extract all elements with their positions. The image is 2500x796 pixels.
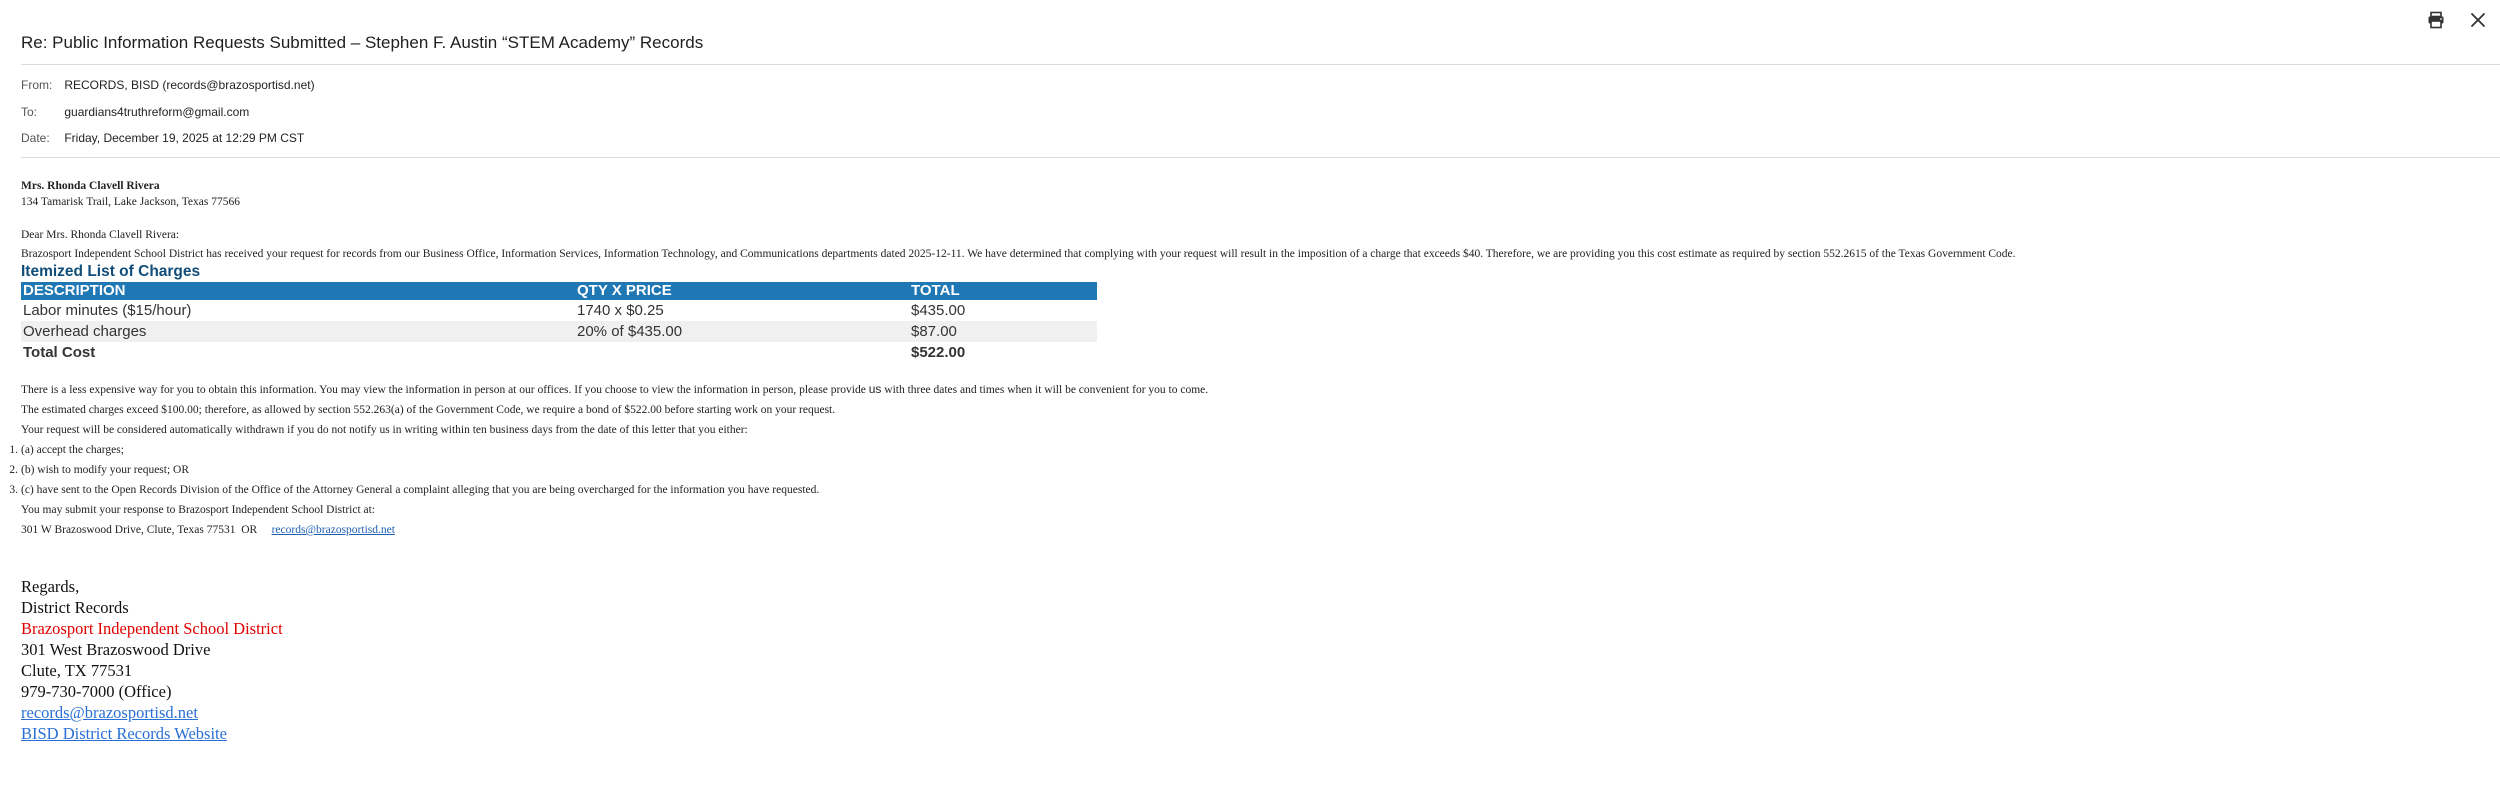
email-view: Re: Public Information Requests Submitte…: [0, 0, 2500, 796]
signature-city: Clute, TX 77531: [21, 661, 133, 680]
signature-block: Regards, District Records Brazosport Ind…: [21, 576, 2461, 744]
from-label: From:: [21, 78, 53, 92]
total-row: Total Cost $522.00: [21, 342, 1097, 363]
from-value[interactable]: RECORDS, BISD (records@brazosportisd.net…: [64, 78, 314, 92]
row-description: Overhead charges: [21, 321, 575, 342]
date-label: Date:: [21, 131, 50, 145]
recipient-name: Mrs. Rhonda Clavell Rivera: [21, 180, 160, 192]
paragraph-withdrawn: Your request will be considered automati…: [21, 424, 748, 436]
printer-icon[interactable]: [2424, 8, 2448, 32]
list-number: 2.: [9, 464, 18, 476]
table-row: Labor minutes ($15/hour) 1740 x $0.25 $4…: [21, 300, 1097, 321]
list-number: 1.: [9, 444, 18, 456]
total-label: Total Cost: [23, 344, 96, 361]
signature-email-link[interactable]: records@brazosportisd.net: [21, 703, 198, 722]
total-empty: [575, 342, 909, 363]
close-icon[interactable]: [2466, 8, 2490, 32]
signature-street: 301 West Brazoswood Drive: [21, 640, 211, 659]
to-value[interactable]: guardians4truthreform@gmail.com: [64, 105, 249, 119]
para-text: with three dates and times when it will …: [881, 384, 1209, 396]
row-qty-price: 1740 x $0.25: [577, 302, 664, 319]
list-text: (b) wish to modify your request; OR: [21, 464, 190, 476]
from-row: From: RECORDS, BISD (records@brazosporti…: [21, 78, 315, 92]
list-item: 3. (c) have sent to the Open Records Div…: [9, 480, 2461, 500]
recipient-address: 134 Tamarisk Trail, Lake Jackson, Texas …: [21, 196, 240, 208]
records-website-link[interactable]: BISD District Records Website: [21, 724, 227, 743]
list-item: 2. (b) wish to modify your request; OR: [9, 460, 2461, 480]
row-total: $87.00: [909, 321, 1097, 342]
header-actions: [2424, 8, 2490, 32]
signature-phone: 979-730-7000 (Office): [21, 682, 172, 701]
col-total: TOTAL: [909, 282, 1097, 300]
paragraph-bond: The estimated charges exceed $100.00; th…: [21, 404, 836, 416]
paragraph-view-in-person: There is a less expensive way for you to…: [21, 379, 2461, 400]
row-description: Labor minutes ($15/hour): [23, 302, 192, 319]
row-qty-price: 20% of $435.00: [575, 321, 909, 342]
signature-dept: District Records: [21, 598, 129, 617]
submit-line: 301 W Brazoswood Drive, Clute, Texas 775…: [21, 520, 2461, 540]
list-text: (a) accept the charges;: [21, 444, 124, 456]
charges-table: DESCRIPTION QTY X PRICE TOTAL Labor minu…: [21, 282, 1097, 363]
signature-org: Brazosport Independent School District: [21, 619, 283, 638]
date-value: Friday, December 19, 2025 at 12:29 PM CS…: [64, 131, 305, 145]
options-list: 1. (a) accept the charges; 2. (b) wish t…: [9, 440, 2461, 500]
submit-email-link[interactable]: records@brazosportisd.net: [272, 524, 395, 536]
signature-regards: Regards,: [21, 577, 80, 596]
intro-paragraph: Brazosport Independent School District h…: [21, 248, 2016, 260]
date-row: Date: Friday, December 19, 2025 at 12:29…: [21, 131, 304, 145]
para-us: us: [868, 382, 882, 396]
greeting: Dear Mrs. Rhonda Clavell Rivera:: [21, 229, 180, 241]
para-text: There is a less expensive way for you to…: [21, 384, 869, 396]
submit-address: 301 W Brazoswood Drive, Clute, Texas 775…: [21, 524, 236, 536]
email-body: Mrs. Rhonda Clavell Rivera 134 Tamarisk …: [9, 178, 2461, 744]
submit-or: OR: [241, 524, 258, 536]
to-row: To: guardians4truthreform@gmail.com: [21, 105, 249, 119]
header-divider: [21, 64, 2500, 65]
submit-intro: You may submit your response to Brazospo…: [21, 504, 376, 516]
email-subject: Re: Public Information Requests Submitte…: [21, 33, 704, 52]
list-text: (c) have sent to the Open Records Divisi…: [21, 484, 820, 496]
row-total: $435.00: [911, 302, 966, 319]
meta-divider: [21, 157, 2500, 158]
col-description: DESCRIPTION: [21, 282, 575, 300]
list-item: 1. (a) accept the charges;: [9, 440, 2461, 460]
col-qty-price: QTY X PRICE: [575, 282, 909, 300]
table-row: Overhead charges 20% of $435.00 $87.00: [21, 321, 1097, 342]
to-label: To:: [21, 105, 38, 119]
itemized-title: Itemized List of Charges: [21, 263, 201, 280]
charges-header-row: DESCRIPTION QTY X PRICE TOTAL: [21, 282, 1097, 300]
list-number: 3.: [9, 484, 18, 496]
total-value: $522.00: [911, 344, 966, 361]
